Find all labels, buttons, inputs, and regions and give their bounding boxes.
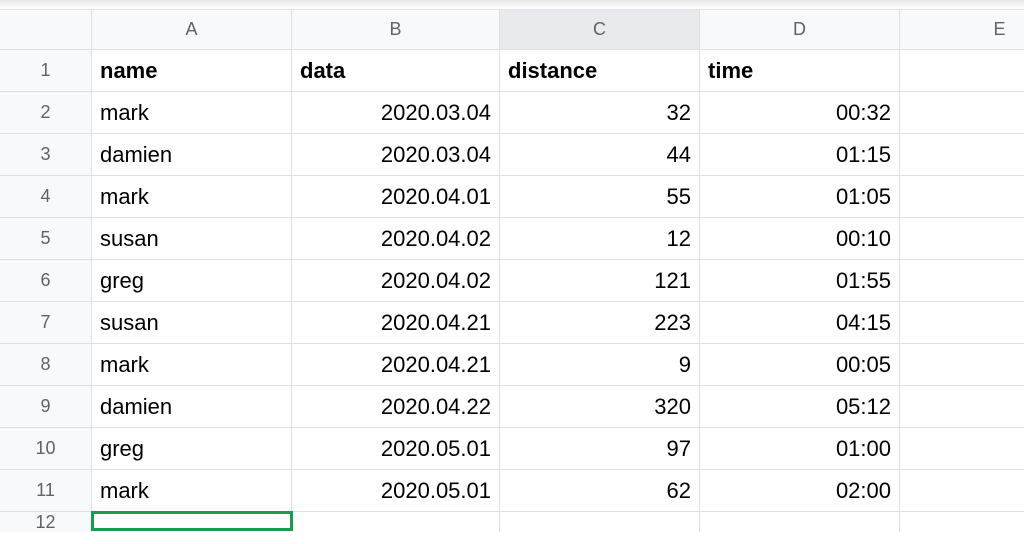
cell-c6[interactable]: 121 [500, 260, 700, 302]
cell-a11[interactable]: mark [92, 470, 292, 512]
cell-a3[interactable]: damien [92, 134, 292, 176]
cell-c8[interactable]: 9 [500, 344, 700, 386]
cell-d8[interactable]: 00:05 [700, 344, 900, 386]
row-header-10[interactable]: 10 [0, 428, 92, 470]
row-header-8[interactable]: 8 [0, 344, 92, 386]
cell-b5[interactable]: 2020.04.02 [292, 218, 500, 260]
cell-e4[interactable] [900, 176, 1024, 218]
cell-c5[interactable]: 12 [500, 218, 700, 260]
cell-a6[interactable]: greg [92, 260, 292, 302]
cell-d11[interactable]: 02:00 [700, 470, 900, 512]
cell-d5[interactable]: 00:10 [700, 218, 900, 260]
cell-e6[interactable] [900, 260, 1024, 302]
cell-a9[interactable]: damien [92, 386, 292, 428]
cell-a7[interactable]: susan [92, 302, 292, 344]
cell-a4[interactable]: mark [92, 176, 292, 218]
cell-e2[interactable] [900, 92, 1024, 134]
cell-d7[interactable]: 04:15 [700, 302, 900, 344]
row-header-6[interactable]: 6 [0, 260, 92, 302]
cell-d9[interactable]: 05:12 [700, 386, 900, 428]
cell-b9[interactable]: 2020.04.22 [292, 386, 500, 428]
cell-b2[interactable]: 2020.03.04 [292, 92, 500, 134]
row-header-3[interactable]: 3 [0, 134, 92, 176]
cell-d10[interactable]: 01:00 [700, 428, 900, 470]
cell-e10[interactable] [900, 428, 1024, 470]
cell-c4[interactable]: 55 [500, 176, 700, 218]
cell-b1[interactable]: data [292, 50, 500, 92]
cell-c2[interactable]: 32 [500, 92, 700, 134]
cell-c9[interactable]: 320 [500, 386, 700, 428]
cell-d6[interactable]: 01:55 [700, 260, 900, 302]
cell-b11[interactable]: 2020.05.01 [292, 470, 500, 512]
col-header-b[interactable]: B [292, 10, 500, 50]
cell-a10[interactable]: greg [92, 428, 292, 470]
cell-b3[interactable]: 2020.03.04 [292, 134, 500, 176]
cell-c1[interactable]: distance [500, 50, 700, 92]
cell-a2[interactable]: mark [92, 92, 292, 134]
spreadsheet-grid[interactable]: A B C D E 1 name data distance time 2 ma… [0, 0, 1024, 532]
cell-e11[interactable] [900, 470, 1024, 512]
col-header-c[interactable]: C [500, 10, 700, 50]
col-header-a[interactable]: A [92, 10, 292, 50]
col-header-e[interactable]: E [900, 10, 1024, 50]
select-all-corner[interactable] [0, 10, 92, 50]
cell-d1[interactable]: time [700, 50, 900, 92]
row-header-2[interactable]: 2 [0, 92, 92, 134]
cell-d2[interactable]: 00:32 [700, 92, 900, 134]
cell-a8[interactable]: mark [92, 344, 292, 386]
row-header-5[interactable]: 5 [0, 218, 92, 260]
cell-e3[interactable] [900, 134, 1024, 176]
row-header-1[interactable]: 1 [0, 50, 92, 92]
cell-c12[interactable] [500, 512, 700, 532]
cell-b10[interactable]: 2020.05.01 [292, 428, 500, 470]
cell-c7[interactable]: 223 [500, 302, 700, 344]
cell-c11[interactable]: 62 [500, 470, 700, 512]
cell-b6[interactable]: 2020.04.02 [292, 260, 500, 302]
top-shadow [0, 0, 1024, 10]
cell-e1[interactable] [900, 50, 1024, 92]
cell-a12-active[interactable] [91, 511, 293, 531]
row-header-9[interactable]: 9 [0, 386, 92, 428]
cell-e7[interactable] [900, 302, 1024, 344]
row-header-11[interactable]: 11 [0, 470, 92, 512]
row-header-7[interactable]: 7 [0, 302, 92, 344]
col-header-d[interactable]: D [700, 10, 900, 50]
row-header-4[interactable]: 4 [0, 176, 92, 218]
cell-e8[interactable] [900, 344, 1024, 386]
cell-d12[interactable] [700, 512, 900, 532]
cell-e12[interactable] [900, 512, 1024, 532]
row-header-12[interactable]: 12 [0, 512, 92, 532]
cell-e5[interactable] [900, 218, 1024, 260]
cell-b7[interactable]: 2020.04.21 [292, 302, 500, 344]
cell-d4[interactable]: 01:05 [700, 176, 900, 218]
cell-b12[interactable] [292, 512, 500, 532]
cell-a5[interactable]: susan [92, 218, 292, 260]
cell-c10[interactable]: 97 [500, 428, 700, 470]
cell-e9[interactable] [900, 386, 1024, 428]
cell-b4[interactable]: 2020.04.01 [292, 176, 500, 218]
cell-a1[interactable]: name [92, 50, 292, 92]
cell-d3[interactable]: 01:15 [700, 134, 900, 176]
cell-b8[interactable]: 2020.04.21 [292, 344, 500, 386]
cell-c3[interactable]: 44 [500, 134, 700, 176]
